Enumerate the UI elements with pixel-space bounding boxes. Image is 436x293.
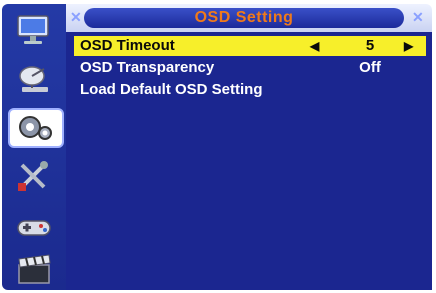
- title-bar: ✕ OSD Setting ✕: [66, 4, 432, 32]
- arrow-left-icon[interactable]: ◀: [310, 36, 319, 56]
- settings-gears-icon[interactable]: [8, 108, 64, 148]
- title-pill: OSD Setting: [84, 8, 404, 28]
- menu-panel: OSD Timeout ◀ 5 ▶ OSD Transparency Off L…: [66, 32, 432, 290]
- menu-item-label: OSD Timeout: [80, 37, 175, 54]
- decor-x-right-icon: ✕: [412, 9, 424, 25]
- clapperboard-icon[interactable]: [10, 250, 58, 290]
- menu-item-label: OSD Transparency: [80, 59, 215, 76]
- menu-item-label: Load Default OSD Setting: [80, 81, 263, 98]
- menu-item-value: 5: [365, 37, 375, 54]
- monitor-icon[interactable]: [10, 10, 58, 50]
- sidebar: [2, 4, 66, 290]
- menu-item-osd-timeout[interactable]: OSD Timeout ◀ 5 ▶: [74, 36, 426, 56]
- satellite-dish-icon[interactable]: [10, 58, 58, 98]
- page-title: OSD Setting: [194, 9, 294, 26]
- arrow-right-icon[interactable]: ▶: [404, 36, 413, 56]
- gamepad-icon[interactable]: [10, 206, 58, 246]
- osd-window: ✕ OSD Setting ✕ OSD Timeout ◀ 5 ▶ OSD Tr…: [0, 0, 436, 293]
- menu-item-value: Off: [359, 59, 381, 76]
- tools-icon[interactable]: [10, 156, 58, 196]
- menu-item-osd-transparency[interactable]: OSD Transparency Off: [74, 58, 426, 78]
- decor-x-left-icon: ✕: [70, 9, 82, 25]
- menu-item-load-default[interactable]: Load Default OSD Setting: [74, 80, 426, 100]
